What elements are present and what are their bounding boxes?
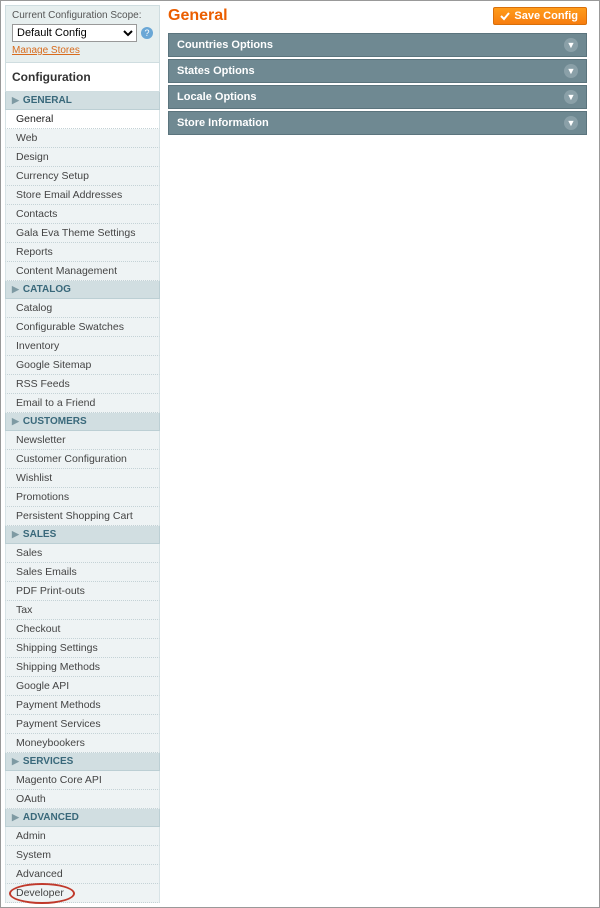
sidebar-item[interactable]: Advanced: [5, 865, 160, 884]
sidebar-item[interactable]: Catalog: [5, 299, 160, 318]
sidebar-item[interactable]: Persistent Shopping Cart: [5, 507, 160, 526]
arrow-icon: ▶: [12, 529, 19, 540]
sidebar-item[interactable]: Checkout: [5, 620, 160, 639]
sidebar-item[interactable]: Shipping Settings: [5, 639, 160, 658]
sidebar-item[interactable]: General: [5, 110, 160, 129]
sidebar: Current Configuration Scope: Default Con…: [5, 5, 160, 903]
section-header[interactable]: ▶ ADVANCED: [5, 809, 160, 827]
arrow-icon: ▶: [12, 756, 19, 767]
config-panel[interactable]: Countries Options ▼: [168, 33, 587, 57]
sidebar-item[interactable]: RSS Feeds: [5, 375, 160, 394]
sidebar-item[interactable]: Google API: [5, 677, 160, 696]
section-title: SALES: [23, 529, 56, 540]
manage-stores-link[interactable]: Manage Stores: [12, 45, 80, 56]
chevron-down-icon: ▼: [564, 90, 578, 104]
sidebar-item[interactable]: Web: [5, 129, 160, 148]
arrow-icon: ▶: [12, 416, 19, 427]
section-title: CUSTOMERS: [23, 416, 87, 427]
chevron-down-icon: ▼: [564, 38, 578, 52]
sidebar-item[interactable]: System: [5, 846, 160, 865]
arrow-icon: ▶: [12, 95, 19, 106]
sidebar-item[interactable]: Google Sitemap: [5, 356, 160, 375]
sidebar-item[interactable]: Inventory: [5, 337, 160, 356]
sidebar-item[interactable]: Developer: [5, 884, 160, 903]
sidebar-item[interactable]: Sales Emails: [5, 563, 160, 582]
section-header[interactable]: ▶ SALES: [5, 526, 160, 544]
sidebar-item[interactable]: Magento Core API: [5, 771, 160, 790]
config-panel[interactable]: Store Information ▼: [168, 111, 587, 135]
page-title: General: [168, 7, 228, 25]
panel-label: Store Information: [177, 117, 269, 129]
arrow-icon: ▶: [12, 284, 19, 295]
sidebar-item[interactable]: OAuth: [5, 790, 160, 809]
sidebar-item[interactable]: Shipping Methods: [5, 658, 160, 677]
scope-label: Current Configuration Scope:: [12, 10, 153, 21]
check-icon: [500, 11, 510, 21]
section-title: ADVANCED: [23, 812, 79, 823]
sidebar-item[interactable]: Sales: [5, 544, 160, 563]
sidebar-item[interactable]: Content Management: [5, 262, 160, 281]
sidebar-item[interactable]: Design: [5, 148, 160, 167]
config-panel[interactable]: States Options ▼: [168, 59, 587, 83]
section-title: SERVICES: [23, 756, 73, 767]
arrow-icon: ▶: [12, 812, 19, 823]
save-config-button[interactable]: Save Config: [493, 7, 587, 25]
sidebar-item[interactable]: Store Email Addresses: [5, 186, 160, 205]
sidebar-item[interactable]: Configurable Swatches: [5, 318, 160, 337]
panel-label: States Options: [177, 65, 255, 77]
section-header[interactable]: ▶ GENERAL: [5, 92, 160, 110]
section-title: CATALOG: [23, 284, 71, 295]
config-panel[interactable]: Locale Options ▼: [168, 85, 587, 109]
sidebar-item[interactable]: Currency Setup: [5, 167, 160, 186]
sidebar-item[interactable]: Wishlist: [5, 469, 160, 488]
chevron-down-icon: ▼: [564, 116, 578, 130]
section-header[interactable]: ▶ SERVICES: [5, 753, 160, 771]
section-title: GENERAL: [23, 95, 72, 106]
section-header[interactable]: ▶ CUSTOMERS: [5, 413, 160, 431]
config-title: Configuration: [5, 63, 160, 92]
panel-label: Countries Options: [177, 39, 273, 51]
main-content: General Save Config Countries Options▼St…: [160, 5, 595, 903]
sidebar-item[interactable]: Email to a Friend: [5, 394, 160, 413]
sidebar-item[interactable]: PDF Print-outs: [5, 582, 160, 601]
sidebar-item[interactable]: Payment Services: [5, 715, 160, 734]
chevron-down-icon: ▼: [564, 64, 578, 78]
scope-box: Current Configuration Scope: Default Con…: [5, 5, 160, 63]
sidebar-item[interactable]: Tax: [5, 601, 160, 620]
scope-select[interactable]: Default Config: [12, 24, 137, 42]
help-icon[interactable]: ?: [141, 27, 153, 39]
sidebar-item[interactable]: Moneybookers: [5, 734, 160, 753]
panel-label: Locale Options: [177, 91, 256, 103]
section-header[interactable]: ▶ CATALOG: [5, 281, 160, 299]
sidebar-item[interactable]: Contacts: [5, 205, 160, 224]
save-config-label: Save Config: [514, 10, 578, 22]
sidebar-item[interactable]: Gala Eva Theme Settings: [5, 224, 160, 243]
sidebar-item[interactable]: Promotions: [5, 488, 160, 507]
sidebar-item[interactable]: Payment Methods: [5, 696, 160, 715]
sidebar-item[interactable]: Reports: [5, 243, 160, 262]
sidebar-item[interactable]: Admin: [5, 827, 160, 846]
sidebar-item[interactable]: Newsletter: [5, 431, 160, 450]
sidebar-item[interactable]: Customer Configuration: [5, 450, 160, 469]
